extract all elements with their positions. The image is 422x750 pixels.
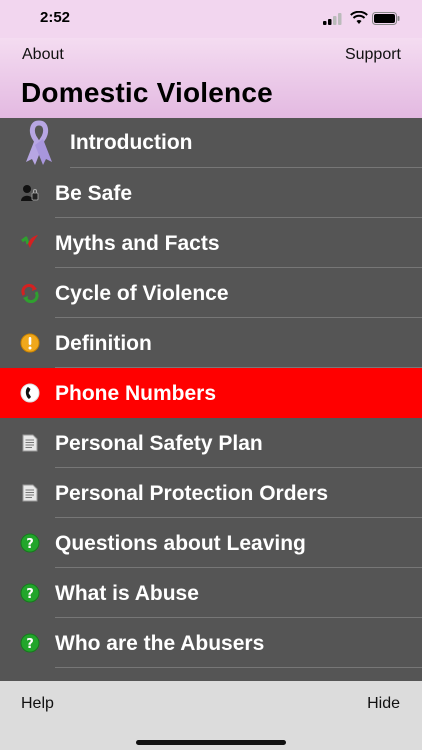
menu-item-introduction[interactable]: Introduction (0, 118, 422, 168)
menu-item-phone-numbers[interactable]: Phone Numbers (0, 368, 422, 418)
page-title: Domestic Violence (21, 77, 273, 108)
menu-item-label: Questions about Leaving (55, 532, 306, 555)
menu-item-label: Be Safe (55, 182, 133, 205)
menu-item-myths-and-facts[interactable]: Myths and Facts (0, 218, 422, 268)
menu-item-personal-safety-plan[interactable]: Personal Safety Plan (0, 418, 422, 468)
support-button[interactable]: Support (345, 46, 401, 64)
person-lock-icon (21, 185, 39, 201)
about-button[interactable]: About (22, 46, 64, 64)
menu-item-label: Myths and Facts (55, 232, 220, 255)
question-icon: ? (20, 633, 40, 653)
document-icon (22, 434, 38, 452)
wifi-icon (350, 11, 368, 24)
menu-list: Introduction Be Safe Myths and Facts Cyc… (0, 118, 422, 681)
menu-item-questions-about-leaving[interactable]: ? Questions about Leaving (0, 518, 422, 568)
help-button[interactable]: Help (21, 695, 54, 713)
cycle-icon (21, 283, 39, 303)
menu-item-cycle-of-violence[interactable]: Cycle of Violence (0, 268, 422, 318)
menu-item-label: Definition (55, 332, 152, 355)
ribbon-icon (26, 120, 52, 165)
nav-header: About Support Domestic Violence (0, 38, 422, 118)
hide-button[interactable]: Hide (367, 695, 400, 713)
separator (55, 667, 422, 668)
svg-text:?: ? (26, 537, 34, 552)
phone-icon (20, 383, 40, 403)
cellular-signal-icon (323, 13, 342, 25)
menu-item-label: Phone Numbers (55, 382, 217, 405)
menu-item-definition[interactable]: Definition (0, 318, 422, 368)
svg-text:?: ? (26, 637, 34, 652)
menu-item-personal-protection-orders[interactable]: Personal Protection Orders (0, 468, 422, 518)
menu-item-label: Who are the Abusers (55, 632, 265, 655)
exclamation-icon (20, 333, 40, 353)
menu-item-what-is-abuse[interactable]: ? What is Abuse (0, 568, 422, 618)
question-icon: ? (20, 533, 40, 553)
question-icon: ? (20, 583, 40, 603)
menu-item-label: Cycle of Violence (55, 282, 229, 305)
status-time: 2:52 (40, 9, 71, 26)
menu-item-who-are-the-abusers[interactable]: ? Who are the Abusers (0, 618, 422, 668)
menu-item-label: Personal Safety Plan (55, 432, 263, 455)
battery-icon (372, 12, 400, 25)
check-icon (21, 235, 38, 248)
status-bar: 2:52 (0, 0, 422, 38)
menu-item-label: Personal Protection Orders (55, 482, 329, 505)
menu-item-label: Introduction (70, 131, 193, 154)
menu-item-label: What is Abuse (55, 582, 199, 605)
home-indicator[interactable] (136, 740, 286, 745)
menu-item-be-safe[interactable]: Be Safe (0, 168, 422, 218)
document-icon (22, 484, 38, 502)
svg-text:?: ? (26, 587, 34, 602)
